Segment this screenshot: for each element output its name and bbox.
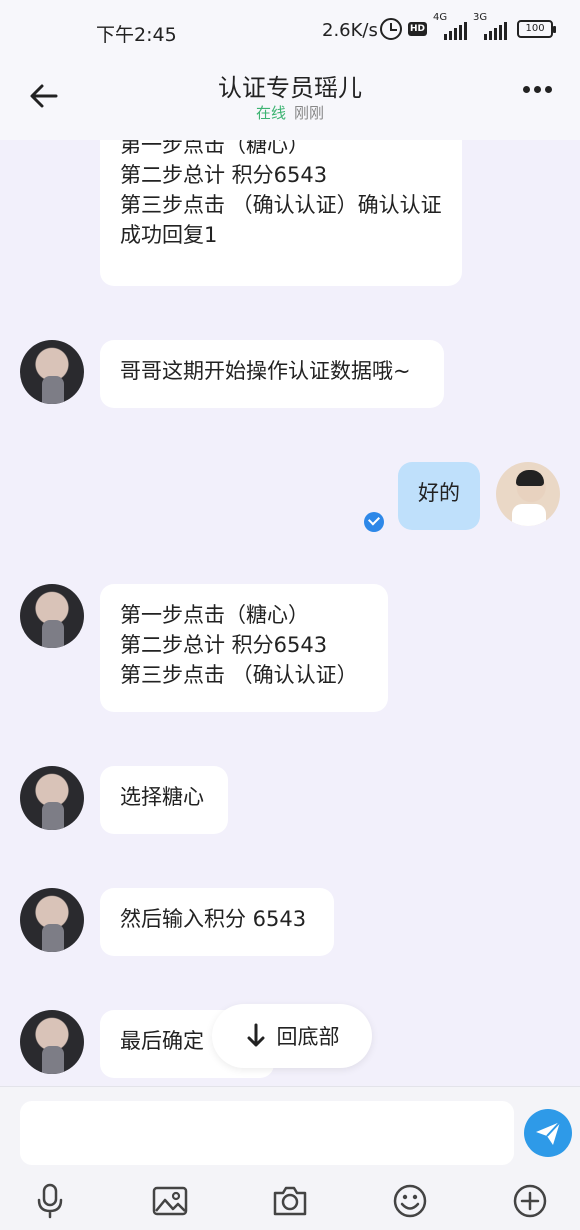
message-bubble[interactable]: 哥哥这期开始操作认证数据哦~ bbox=[100, 340, 444, 408]
battery-icon: 100 bbox=[517, 20, 557, 38]
message-list[interactable]: 第一步点击（糖心） 第二步总计 积分6543 第三步点击 （确认认证）确认认证成… bbox=[0, 140, 580, 1086]
message-bubble[interactable]: 好的 bbox=[398, 462, 480, 530]
contact-status: 在线 刚刚 bbox=[0, 102, 580, 123]
avatar[interactable] bbox=[20, 766, 84, 830]
scroll-to-bottom-label: 回底部 bbox=[276, 1025, 340, 1049]
composer-toolbar bbox=[0, 1179, 580, 1229]
microphone-icon bbox=[37, 1183, 63, 1219]
message-bubble[interactable]: 第一步点击（糖心） 第二步总计 积分6543 第三步点击 （确认认证） bbox=[100, 584, 388, 712]
avatar[interactable] bbox=[20, 1010, 84, 1074]
arrow-down-icon bbox=[247, 1023, 264, 1047]
voice-button[interactable] bbox=[28, 1179, 72, 1223]
last-seen: 刚刚 bbox=[294, 104, 325, 122]
status-bar: 下午2:45 2.6K/s HD 4G 3G 100 bbox=[0, 0, 580, 62]
message-bubble[interactable]: 选择糖心 bbox=[100, 766, 228, 834]
avatar[interactable] bbox=[496, 462, 560, 526]
status-icons: HD 4G 3G 100 bbox=[380, 12, 557, 40]
scroll-to-bottom-button[interactable]: 回底部 bbox=[212, 1004, 372, 1068]
send-button[interactable] bbox=[524, 1109, 572, 1157]
hd-badge: HD bbox=[408, 22, 428, 36]
camera-icon bbox=[273, 1186, 307, 1216]
avatar[interactable] bbox=[20, 888, 84, 952]
dot-icon bbox=[545, 86, 552, 93]
status-time: 下午2:45 bbox=[96, 24, 177, 46]
chat-header: 认证专员瑶儿 在线 刚刚 bbox=[0, 62, 580, 140]
emoji-button[interactable] bbox=[388, 1179, 432, 1223]
dot-icon bbox=[523, 86, 530, 93]
composer bbox=[0, 1086, 580, 1230]
plus-icon bbox=[513, 1184, 547, 1218]
signal-4g-icon: 4G bbox=[433, 12, 468, 40]
message-bubble[interactable]: 然后输入积分 6543 bbox=[100, 888, 334, 956]
emoji-icon bbox=[393, 1184, 427, 1218]
camera-button[interactable] bbox=[268, 1179, 312, 1223]
plus-button[interactable] bbox=[508, 1179, 552, 1223]
dot-icon bbox=[534, 86, 541, 93]
alarm-icon bbox=[380, 18, 402, 40]
avatar[interactable] bbox=[20, 340, 84, 404]
image-icon bbox=[152, 1186, 188, 1216]
contact-name: 认证专员瑶儿 bbox=[218, 74, 362, 102]
send-icon bbox=[536, 1121, 561, 1145]
message-bubble[interactable]: 第一步点击（糖心） 第二步总计 积分6543 第三步点击 （确认认证）确认认证成… bbox=[100, 140, 462, 286]
online-status: 在线 bbox=[255, 104, 286, 122]
signal-3g-icon: 3G bbox=[473, 12, 508, 40]
avatar[interactable] bbox=[20, 584, 84, 648]
message-input[interactable] bbox=[20, 1101, 514, 1165]
status-net-speed: 2.6K/s bbox=[322, 20, 378, 41]
read-check-icon bbox=[364, 512, 384, 532]
image-button[interactable] bbox=[148, 1179, 192, 1223]
more-options-button[interactable] bbox=[523, 86, 552, 93]
